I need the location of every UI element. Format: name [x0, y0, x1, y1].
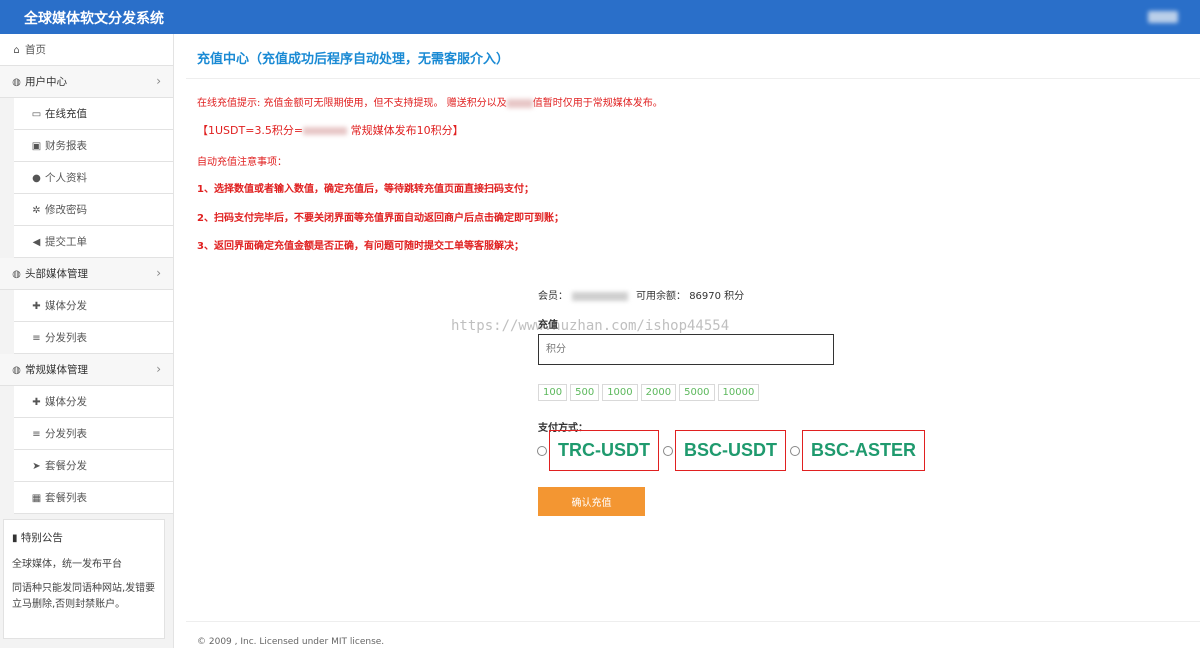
- sidebar-item-12[interactable]: ≡ 分发列表: [14, 418, 173, 450]
- sidebar-item-label: 媒体分发: [45, 300, 87, 312]
- pay-method-radio[interactable]: [537, 445, 547, 456]
- sidebar-item-8[interactable]: ✚ 媒体分发: [14, 290, 173, 322]
- grid-icon: ▦: [31, 493, 42, 504]
- sidebar-item-11[interactable]: ✚ 媒体分发: [14, 386, 173, 418]
- page-title: 充值中心（充值成功后程序自动处理，无需客服介入）: [197, 52, 510, 67]
- watermark: https://www.huzhan.com/ishop44554: [451, 318, 730, 334]
- sidebar-item-label: 分发列表: [45, 428, 87, 440]
- globe-icon: ◍: [12, 365, 21, 376]
- sidebar: ⌂ 首页 ◍ 用户中心 › ▭ 在线充值 ▣ 财务报表 ● 个人资料 ✲ 修改密码 ◀ 提交工单 ◍ 头部媒体管…: [0, 34, 174, 648]
- pay-method-option[interactable]: BSC-USDT: [675, 430, 786, 471]
- chevron-right-icon: ›: [156, 362, 161, 376]
- title-divider: [186, 78, 1200, 79]
- sidebar-item-label: 分发列表: [45, 332, 87, 344]
- recharge-label: 充值: [538, 320, 558, 331]
- sidebar-item-label: 头部媒体管理: [25, 268, 88, 280]
- member-name-redacted: [572, 291, 628, 301]
- credit-card-icon: ▭: [31, 109, 42, 120]
- sidebar-item-label: 财务报表: [45, 140, 87, 152]
- redacted-text: [303, 127, 348, 135]
- sidebar-item-label: 常规媒体管理: [25, 364, 88, 376]
- user-icon: ●: [32, 173, 41, 184]
- sidebar-item-7[interactable]: ◍ 头部媒体管理 ›: [0, 258, 173, 290]
- notice-title: ▮ 特别公告: [12, 532, 63, 544]
- footer: © 2009 , Inc. Licensed under MIT license…: [197, 637, 385, 647]
- home-icon: ⌂: [13, 45, 20, 56]
- sidebar-item-0[interactable]: ⌂ 首页: [0, 34, 173, 66]
- sidebar-item-3[interactable]: ▣ 财务报表: [14, 130, 173, 162]
- sidebar-item-label: 套餐列表: [45, 492, 87, 504]
- pay-methods: TRC-USDT BSC-USDT BSC-ASTER: [537, 430, 929, 471]
- footer-divider: [186, 621, 1200, 622]
- quick-amount-button[interactable]: 1000: [602, 384, 638, 401]
- notice-line-2: 同语种只能发同语种网站,发错要立马删除,否则封禁账户。: [12, 583, 156, 610]
- sidebar-item-4[interactable]: ● 个人资料: [14, 162, 173, 194]
- top-bar: 全球媒体软文分发系统: [0, 0, 1200, 34]
- sidebar-item-label: 套餐分发: [45, 460, 87, 472]
- sidebar-item-10[interactable]: ◍ 常规媒体管理 ›: [0, 354, 173, 386]
- sidebar-nav: ⌂ 首页 ◍ 用户中心 › ▭ 在线充值 ▣ 财务报表 ● 个人资料 ✲ 修改密码 ◀ 提交工单 ◍ 头部媒体管…: [0, 34, 173, 514]
- pay-method-radio[interactable]: [790, 445, 800, 456]
- notice-line-1: 全球媒体，统一发布平台: [12, 559, 122, 570]
- note-3: 3、返回界面确定充值金额是否正确，有问题可随时提交工单等客服解决；: [197, 241, 524, 252]
- note-2: 2、扫码支付完毕后，不要关闭界面等充值界面自动返回商户后点击确定即可到账；: [197, 213, 564, 224]
- sidebar-item-13[interactable]: ➤ 套餐分发: [14, 450, 173, 482]
- pay-method-option[interactable]: BSC-ASTER: [802, 430, 926, 471]
- notes-title: 自动充值注意事项：: [197, 157, 287, 168]
- sidebar-item-6[interactable]: ◀ 提交工单: [14, 226, 173, 258]
- quick-amount-button[interactable]: 5000: [679, 384, 715, 401]
- quick-amount-button[interactable]: 10000: [717, 384, 760, 401]
- chevron-right-icon: ›: [156, 266, 161, 280]
- globe-icon: ◍: [12, 269, 21, 280]
- notice-panel: ▮ 特别公告 全球媒体，统一发布平台 同语种只能发同语种网站,发错要立马删除,否…: [3, 519, 165, 639]
- sidebar-item-label: 在线充值: [45, 108, 87, 120]
- bookmark-icon: ▮: [12, 533, 18, 544]
- send-icon: ➤: [32, 461, 41, 472]
- sidebar-item-label: 首页: [25, 44, 46, 56]
- sidebar-item-1[interactable]: ◍ 用户中心 ›: [0, 66, 173, 98]
- money-icon: ▣: [31, 141, 42, 152]
- sidebar-item-9[interactable]: ≡ 分发列表: [14, 322, 173, 354]
- gear-icon: ✲: [32, 205, 41, 216]
- quick-amount-button[interactable]: 100: [538, 384, 568, 401]
- main-content: 充值中心（充值成功后程序自动处理，无需客服介入） 在线充值提示: 充值金额可无限…: [186, 34, 1200, 648]
- quick-amount-button[interactable]: 500: [570, 384, 600, 401]
- quick-amounts: 100 500 1000 2000 5000 10000: [538, 384, 760, 401]
- balance-value: 86970 积分: [689, 291, 745, 302]
- pay-method-option[interactable]: TRC-USDT: [549, 430, 659, 471]
- list-icon: ≡: [32, 333, 41, 344]
- sidebar-item-label: 提交工单: [45, 236, 87, 248]
- sidebar-item-2[interactable]: ▭ 在线充值: [14, 98, 173, 130]
- recharge-tip: 在线充值提示: 充值金额可无限期使用，但不支持提现。 赠送积分以及 值暂时仅用于常…: [197, 98, 663, 109]
- note-1: 1、选择数值或者输入数值，确定充值后，等待跳转充值页面直接扫码支付；: [197, 184, 534, 195]
- sidebar-item-label: 修改密码: [45, 204, 87, 216]
- sidebar-item-label: 媒体分发: [45, 396, 87, 408]
- app-title: 全球媒体软文分发系统: [24, 11, 164, 27]
- volume-icon: ◀: [32, 237, 41, 248]
- plus-icon: ✚: [32, 301, 41, 312]
- user-avatar-blurred[interactable]: [1148, 11, 1178, 23]
- redacted-text: [506, 98, 533, 108]
- globe-icon: ◍: [12, 77, 21, 88]
- sidebar-item-label: 个人资料: [45, 172, 87, 184]
- amount-input[interactable]: [538, 334, 834, 365]
- list-icon: ≡: [32, 429, 41, 440]
- quick-amount-button[interactable]: 2000: [640, 384, 677, 401]
- sidebar-item-label: 用户中心: [25, 76, 67, 88]
- exchange-rate: 【1USDT=3.5积分= 常规媒体发布10积分】: [197, 124, 464, 137]
- sidebar-item-5[interactable]: ✲ 修改密码: [14, 194, 173, 226]
- chevron-right-icon: ›: [156, 74, 161, 88]
- plus-icon: ✚: [32, 397, 41, 408]
- confirm-recharge-button[interactable]: 确认充值: [538, 487, 645, 516]
- member-info: 会员： 可用余额： 86970 积分: [538, 291, 745, 302]
- pay-method-radio[interactable]: [663, 445, 673, 456]
- sidebar-item-14[interactable]: ▦ 套餐列表: [14, 482, 173, 514]
